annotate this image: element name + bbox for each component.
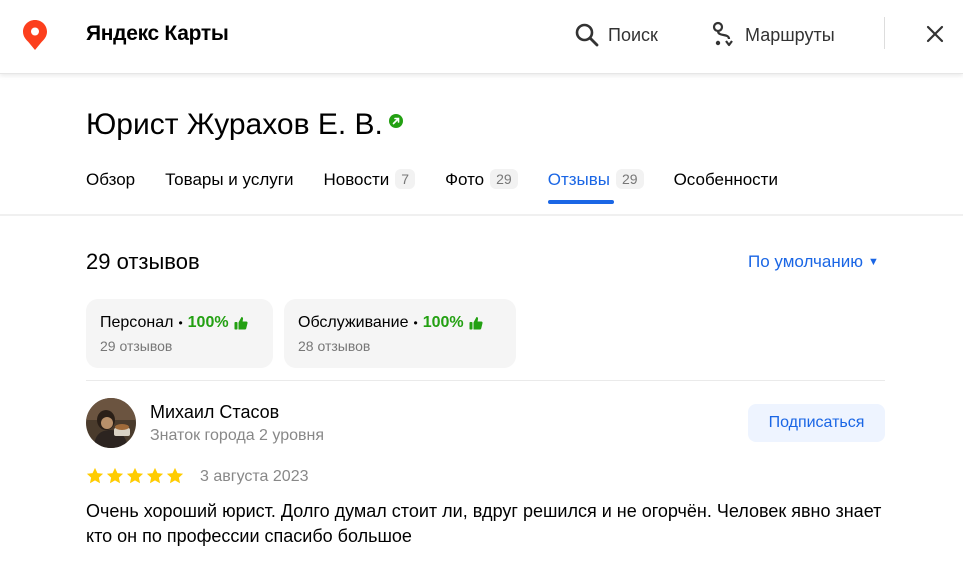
aspect-card-service[interactable]: Обслуживание • 100% 28 отзывов bbox=[284, 299, 516, 368]
star-icon bbox=[146, 467, 164, 484]
tab-photos[interactable]: Фото 29 bbox=[445, 166, 518, 204]
review-author-level: Знаток города 2 уровня bbox=[150, 427, 325, 444]
aspect-name: Обслуживание bbox=[298, 314, 409, 331]
tab-count-badge: 29 bbox=[616, 169, 644, 189]
aspect-percent: 100% bbox=[187, 314, 229, 331]
top-header: Яндекс Карты Поиск Маршруты bbox=[0, 0, 963, 74]
aspect-percent: 100% bbox=[422, 314, 464, 331]
caret-down-icon: ▼ bbox=[867, 256, 879, 268]
tab-news[interactable]: Новости 7 bbox=[323, 166, 416, 204]
search-label: Поиск bbox=[608, 24, 658, 45]
review-rating-stars bbox=[86, 467, 184, 485]
tab-count-badge: 29 bbox=[490, 169, 518, 189]
header-divider bbox=[884, 17, 885, 49]
aspect-review-count: 28 отзывов bbox=[298, 338, 371, 354]
tab-label: Обзор bbox=[86, 170, 136, 189]
thumbs-up-icon bbox=[234, 317, 248, 330]
close-icon[interactable] bbox=[924, 23, 946, 45]
tab-count-badge: 7 bbox=[395, 169, 416, 189]
separator-dot: • bbox=[178, 316, 183, 330]
tabs-divider bbox=[0, 214, 963, 216]
tab-label: Отзывы bbox=[547, 170, 610, 189]
sort-dropdown[interactable]: По умолчанию ▼ bbox=[748, 252, 879, 272]
tab-reviews[interactable]: Отзывы 29 bbox=[547, 166, 644, 204]
tab-label: Товары и услуги bbox=[165, 170, 294, 189]
map-pin-logo-icon[interactable] bbox=[23, 20, 47, 50]
aspect-card-staff[interactable]: Персонал • 100% 29 отзывов bbox=[86, 299, 273, 368]
verified-badge-icon bbox=[388, 114, 403, 128]
tab-label: Особенности bbox=[673, 170, 778, 189]
routes-button[interactable]: Маршруты bbox=[711, 20, 835, 50]
thumbs-up-icon bbox=[469, 317, 483, 330]
review-text: Очень хороший юрист. Долго думал стоит л… bbox=[86, 501, 882, 546]
avatar[interactable] bbox=[86, 398, 136, 448]
tab-label: Новости bbox=[323, 170, 390, 189]
reviews-count: 29 отзывов bbox=[86, 249, 200, 274]
star-icon bbox=[166, 467, 184, 484]
app-title[interactable]: Яндекс Карты bbox=[86, 22, 229, 46]
search-button[interactable]: Поиск bbox=[574, 20, 658, 50]
review-author-name[interactable]: Михаил Стасов bbox=[150, 402, 279, 423]
star-icon bbox=[126, 467, 144, 484]
aspect-review-count: 29 отзывов bbox=[100, 338, 173, 354]
sort-label: По умолчанию bbox=[748, 252, 863, 271]
route-icon bbox=[712, 21, 733, 47]
review-list-divider bbox=[86, 380, 885, 381]
tab-bar: Обзор Товары и услуги Новости 7 Фото 29 … bbox=[86, 166, 778, 216]
routes-label: Маршруты bbox=[745, 24, 835, 45]
tab-features[interactable]: Особенности bbox=[674, 166, 778, 204]
subscribe-button[interactable]: Подписаться bbox=[748, 404, 885, 442]
tab-goods-services[interactable]: Товары и услуги bbox=[165, 166, 293, 204]
aspect-name: Персонал bbox=[100, 314, 174, 331]
star-icon bbox=[106, 467, 124, 484]
review-date: 3 августа 2023 bbox=[200, 468, 309, 485]
separator-dot: • bbox=[413, 316, 418, 330]
org-title-row: Юрист Журахов Е. В. bbox=[86, 108, 403, 142]
org-title: Юрист Журахов Е. В. bbox=[86, 108, 383, 141]
search-icon bbox=[575, 23, 599, 47]
tab-overview[interactable]: Обзор bbox=[86, 166, 135, 204]
tab-label: Фото bbox=[445, 170, 485, 189]
star-icon bbox=[86, 467, 104, 484]
